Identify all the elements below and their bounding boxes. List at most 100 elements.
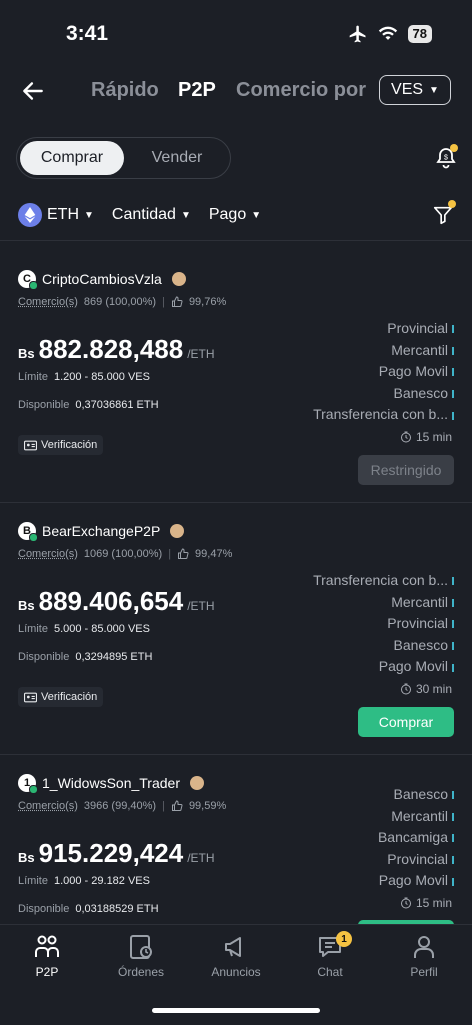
chevron-down-icon: ▼ (84, 210, 94, 221)
filter-dot (448, 200, 456, 208)
profile-icon (410, 933, 438, 961)
online-indicator (29, 281, 38, 290)
rating: 99,47% (195, 548, 232, 560)
offer-price: Bs 915.229,424 /ETH (18, 838, 215, 869)
asset-label: ETH (47, 206, 79, 224)
payment-method: Transferencia con b... (313, 404, 454, 426)
amount-filter[interactable]: Cantidad ▼ (112, 206, 191, 224)
payment-method: Banesco (313, 635, 454, 657)
payment-method: Banesco (378, 784, 454, 806)
nav-profile[interactable]: Perfil (384, 933, 464, 979)
chat-badge: 1 (336, 931, 352, 947)
divider (0, 240, 472, 241)
avatar: C (18, 270, 36, 288)
notification-dot (450, 144, 458, 152)
divider (0, 502, 472, 503)
trades-label: Comercio(s) (18, 296, 78, 308)
time-limit: 15 min (400, 896, 452, 910)
merchant-name[interactable]: 1_WidowsSon_Trader (42, 775, 180, 791)
payment-method: Provincial (378, 849, 454, 871)
time-limit: 15 min (400, 430, 452, 444)
time-limit: 30 min (400, 682, 452, 696)
trades-count: 1069 (100,00%) (84, 548, 162, 560)
payment-method: Pago Movil (313, 656, 454, 678)
merchant-name[interactable]: CriptoCambiosVzla (42, 271, 162, 287)
nav-ads[interactable]: Anuncios (196, 933, 276, 979)
currency-selector[interactable]: VES ▼ (379, 75, 451, 105)
offer-card[interactable]: 1 1_WidowsSon_Trader Comercio(s) 3966 (9… (0, 774, 472, 924)
rating: 99,76% (189, 296, 226, 308)
thumbs-up-icon (177, 548, 189, 560)
payment-method: Mercantil (378, 806, 454, 828)
payment-method: Transferencia con b... (313, 570, 454, 592)
airplane-icon (348, 24, 368, 44)
payment-methods: Provincial Mercantil Pago Movil Banesco … (313, 318, 454, 426)
offer-available: Disponible 0,03188529 ETH (18, 903, 159, 915)
chevron-down-icon: ▼ (251, 210, 261, 221)
clock-icon (400, 683, 412, 695)
payment-method: Pago Movil (378, 870, 454, 892)
home-indicator (152, 1008, 320, 1013)
nav-chat[interactable]: 1 Chat (290, 933, 370, 979)
payment-method: Banesco (313, 383, 454, 405)
payment-filter[interactable]: Pago ▼ (209, 206, 261, 224)
online-indicator (29, 785, 38, 794)
restricted-button[interactable]: Restringido (358, 455, 454, 485)
amount-label: Cantidad (112, 206, 176, 224)
offer-card[interactable]: B BearExchangeP2P Comercio(s) 1069 (100,… (0, 522, 472, 744)
wifi-icon (378, 26, 398, 42)
offer-limit: Límite 5.000 - 85.000 VES (18, 623, 150, 635)
offer-available: Disponible 0,37036861 ETH (18, 399, 159, 411)
eth-icon (18, 203, 42, 227)
verification-badge: Verificación (18, 687, 103, 707)
payment-method: Provincial (313, 613, 454, 635)
buy-sell-toggle: Comprar Vender (16, 137, 231, 179)
verification-badge: Verificación (18, 435, 103, 455)
megaphone-icon (222, 933, 250, 961)
currency-label: VES (391, 81, 423, 99)
trades-label: Comercio(s) (18, 548, 78, 560)
offer-card[interactable]: C CriptoCambiosVzla Comercio(s) 869 (100… (0, 270, 472, 492)
nav-p2p[interactable]: P2P (7, 933, 87, 979)
battery-indicator: 78 (408, 25, 432, 43)
svg-text:$: $ (444, 155, 448, 162)
merchant-badge-icon (172, 272, 186, 286)
asset-filter[interactable]: ETH ▼ (18, 203, 94, 227)
nav-orders[interactable]: Órdenes (101, 933, 181, 979)
avatar: 1 (18, 774, 36, 792)
merchant-badge-icon (170, 524, 184, 538)
offer-available: Disponible 0,3294895 ETH (18, 651, 152, 663)
trades-label: Comercio(s) (18, 800, 78, 812)
rating: 99,59% (189, 800, 226, 812)
payment-method: Bancamiga (378, 827, 454, 849)
payment-method: Mercantil (313, 340, 454, 362)
top-nav: Rápido P2P Comercio por VES ▼ (0, 74, 472, 110)
tab-rapido[interactable]: Rápido (91, 79, 159, 102)
payment-method: Provincial (313, 318, 454, 340)
p2p-icon (33, 933, 61, 961)
offer-limit: Límite 1.000 - 29.182 VES (18, 875, 150, 887)
sell-tab[interactable]: Vender (127, 141, 227, 175)
orders-icon (127, 933, 155, 961)
chevron-down-icon: ▼ (181, 210, 191, 221)
back-arrow-icon[interactable] (20, 78, 46, 104)
filter-bar: ETH ▼ Cantidad ▼ Pago ▼ (18, 202, 279, 228)
buy-tab[interactable]: Comprar (20, 141, 124, 175)
thumbs-up-icon (171, 296, 183, 308)
payment-label: Pago (209, 206, 246, 224)
clock-icon (400, 431, 412, 443)
offer-limit: Límite 1.200 - 85.000 VES (18, 371, 150, 383)
merchant-name[interactable]: BearExchangeP2P (42, 523, 160, 539)
trades-count: 869 (100,00%) (84, 296, 156, 308)
tab-comercio-por[interactable]: Comercio por (236, 79, 366, 102)
payment-methods: Transferencia con b... Mercantil Provinc… (313, 570, 454, 678)
avatar: B (18, 522, 36, 540)
trades-count: 3966 (99,40%) (84, 800, 156, 812)
thumbs-up-icon (171, 800, 183, 812)
buy-button[interactable]: Comprar (358, 707, 454, 737)
status-bar: 3:41 78 (0, 0, 472, 70)
tab-p2p[interactable]: P2P (178, 79, 216, 102)
online-indicator (29, 533, 38, 542)
id-card-icon (24, 692, 37, 703)
id-card-icon (24, 440, 37, 451)
